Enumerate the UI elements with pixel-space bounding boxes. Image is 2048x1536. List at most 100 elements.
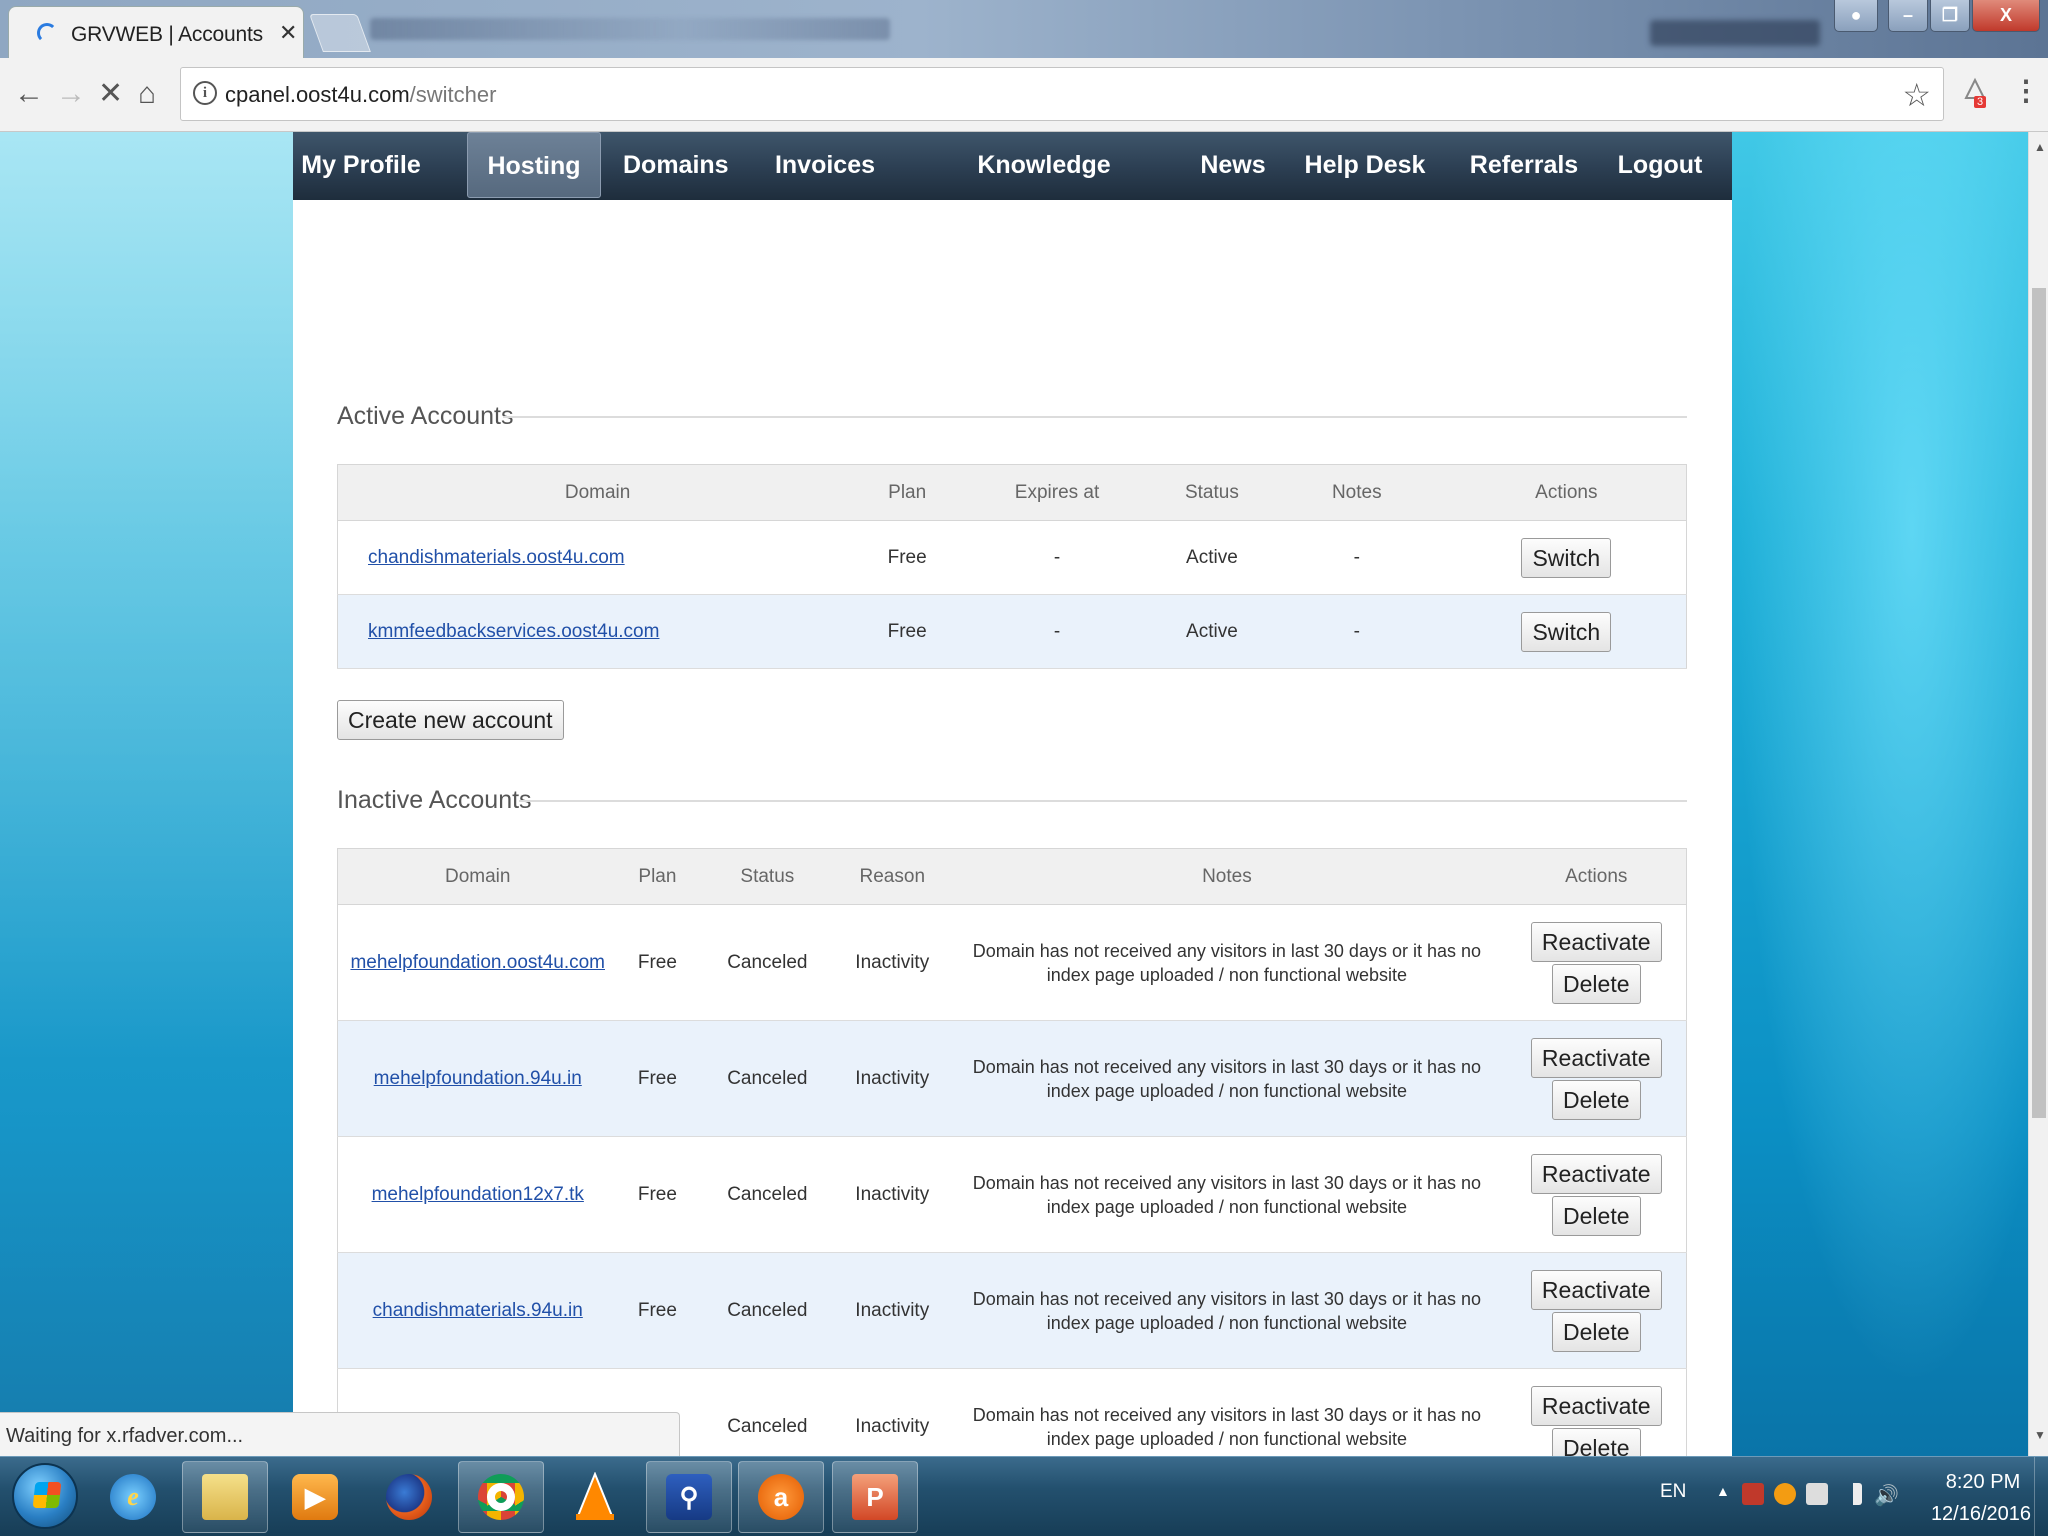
switch-button[interactable]: Switch [1521,611,1612,652]
reactivate-button[interactable]: Reactivate [1530,1153,1662,1194]
notes-line: index page uploaded / non functional web… [1046,1080,1408,1101]
switch-button[interactable]: Switch [1521,537,1612,578]
taskbar-firefox[interactable] [366,1461,452,1533]
firefox-icon [386,1474,432,1520]
taskbar-internet-explorer[interactable]: e [90,1461,176,1533]
clock-date[interactable]: 12/16/2016 [1926,1503,2036,1526]
status-cell: Canceled [697,1136,838,1253]
home-icon[interactable]: ⌂ [138,74,156,114]
scroll-thumb[interactable] [2032,288,2046,1118]
domain-link[interactable]: mehelpfoundation.oost4u.com [350,952,605,973]
create-new-account-button[interactable]: Create new account [337,700,564,740]
delete-button[interactable]: Delete [1552,1311,1641,1352]
back-arrow-icon[interactable]: ← [14,74,44,114]
domain-cell: mehelpfoundation12x7.tk [337,1136,618,1253]
delete-button[interactable]: Delete [1552,1195,1641,1236]
nav-news[interactable]: News [1195,132,1271,198]
notes-cell: - [1266,520,1447,595]
notes-line: Domain has not received any visitors in … [972,940,1482,961]
nav-domains[interactable]: Domains [623,132,729,198]
notes-line: Domain has not received any visitors in … [972,1056,1482,1077]
delete-button[interactable]: Delete [1552,1427,1641,1456]
nav-logout[interactable]: Logout [1613,132,1707,198]
page-viewport: My Profile Hosting Domains Invoices Know… [0,132,2028,1456]
language-indicator[interactable]: EN [1660,1481,1686,1503]
table-row: kmmfeedbackservices.oost4u.com Free - Ac… [337,594,1687,669]
notes-line: index page uploaded / non functional web… [1046,1196,1408,1217]
column-header-actions: Actions [1506,848,1687,905]
table-row: chandishmaterials.oost4u.com Free - Acti… [337,520,1687,595]
close-window-button[interactable]: X [1972,0,2040,32]
page-scrollbar[interactable]: ▲ ▼ [2028,132,2048,1456]
site-info-icon[interactable]: i [193,81,217,105]
address-bar[interactable]: i cpanel.oost4u.com/switcher ☆ [180,67,1944,121]
reactivate-button[interactable]: Reactivate [1530,1037,1662,1078]
taskbar-vlc[interactable] [552,1461,638,1533]
taskbar-media-player[interactable]: ▶ [272,1461,358,1533]
tab-close-icon[interactable]: ✕ [279,20,297,46]
minimize-button[interactable]: – [1888,0,1928,32]
new-tab-button[interactable] [309,14,371,52]
notes-cell: Domain has not received any visitors in … [947,1020,1507,1137]
table-row: mehelpfoundation.oost4u.com Free Cancele… [337,904,1687,1021]
domain-link[interactable]: kmmfeedbackservices.oost4u.com [368,621,659,642]
usb-device-icon[interactable] [1806,1483,1828,1505]
status-cell: Canceled [697,1020,838,1137]
browser-tab-strip: GRVWEB | Accounts ✕ ● – ❐ X [0,0,2048,58]
browser-tab[interactable]: GRVWEB | Accounts ✕ [8,6,304,58]
user-profile-icon[interactable]: ● [1834,0,1878,32]
scroll-up-arrow-icon[interactable]: ▲ [2034,140,2046,154]
stop-loading-icon[interactable]: ✕ [98,74,123,114]
avast-icon: a [758,1474,804,1520]
bookmark-star-icon[interactable]: ☆ [1902,76,1931,114]
forward-arrow-icon[interactable]: → [56,74,86,114]
extension-icon[interactable]: 3 [1962,76,1988,108]
key-icon: ⚲ [666,1474,712,1520]
taskbar-avast[interactable]: a [738,1461,824,1533]
domain-link[interactable]: mehelpfoundation.94u.in [374,1068,582,1089]
taskbar-chrome[interactable] [458,1461,544,1533]
expires-cell: - [957,594,1157,669]
domain-link[interactable]: chandishmaterials.oost4u.com [368,547,625,568]
nav-knowledge-base[interactable]: Knowledge Base [949,132,1139,245]
actions-cell: Switch [1446,594,1687,669]
column-header-actions: Actions [1446,464,1687,521]
taskbar-key-app[interactable]: ⚲ [646,1461,732,1533]
reason-cell: Inactivity [837,904,948,1021]
delete-button[interactable]: Delete [1552,1079,1641,1120]
loading-spinner-icon [37,23,57,43]
domain-link[interactable]: chandishmaterials.94u.in [373,1300,583,1321]
avast-tray-icon[interactable] [1774,1483,1796,1505]
show-hidden-icons-icon[interactable]: ▲ [1716,1483,1730,1499]
expires-cell: - [957,520,1157,595]
nav-hosting[interactable]: Hosting [467,132,601,198]
action-center-flag-icon[interactable] [1742,1483,1764,1505]
nav-help-desk[interactable]: Help Desk [1303,132,1427,198]
reactivate-button[interactable]: Reactivate [1530,1385,1662,1426]
scroll-down-arrow-icon[interactable]: ▼ [2034,1428,2046,1442]
notes-cell: Domain has not received any visitors in … [947,1136,1507,1253]
url-host: cpanel.oost4u.com [225,82,410,107]
show-desktop-button[interactable] [2034,1457,2048,1536]
clock-time[interactable]: 8:20 PM [1938,1471,2028,1494]
taskbar-file-explorer[interactable] [182,1461,268,1533]
inactive-accounts-divider [519,800,1687,802]
reactivate-button[interactable]: Reactivate [1530,921,1662,962]
volume-icon[interactable]: 🔊 [1874,1483,1899,1507]
maximize-button[interactable]: ❐ [1930,0,1970,32]
reactivate-button[interactable]: Reactivate [1530,1269,1662,1310]
column-header-notes: Notes [947,848,1507,905]
browser-menu-icon[interactable]: ⋮ [2012,74,2040,107]
network-signal-icon[interactable] [1840,1483,1862,1505]
taskbar-powerpoint[interactable]: P [832,1461,918,1533]
chrome-icon [478,1474,524,1520]
nav-referrals[interactable]: Referrals [1469,132,1579,198]
actions-cell: Reactivate Delete [1506,1252,1687,1369]
start-button[interactable] [12,1463,78,1529]
nav-my-profile[interactable]: My Profile [299,132,423,198]
extension-badge: 3 [1974,96,1987,108]
domain-link[interactable]: mehelpfoundation12x7.tk [372,1184,584,1205]
delete-button[interactable]: Delete [1552,963,1641,1004]
nav-invoices[interactable]: Invoices [769,132,881,198]
status-cell: Canceled [697,904,838,1021]
